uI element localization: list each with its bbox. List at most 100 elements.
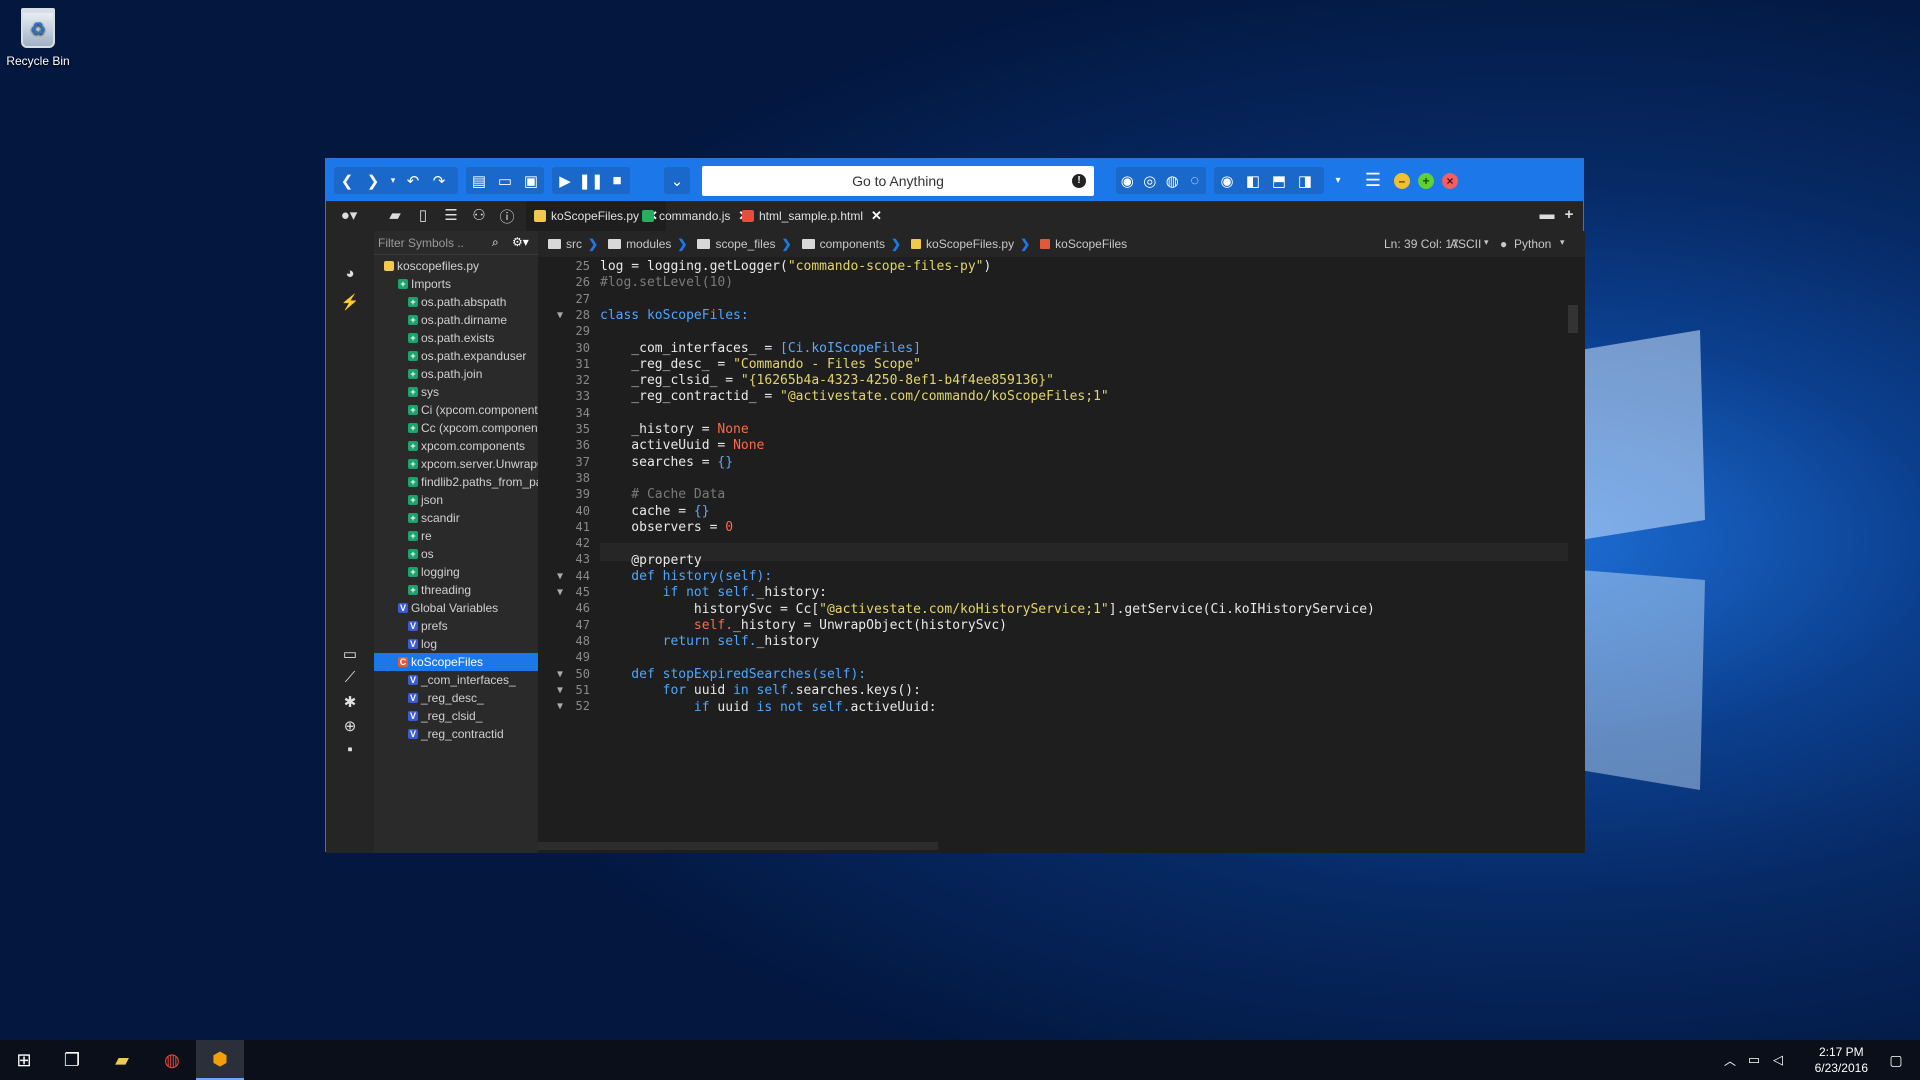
language-dropdown-icon[interactable]: ▾ xyxy=(1560,237,1565,248)
go-to-anything-input[interactable]: Go to Anything ! xyxy=(702,166,1094,196)
symbol-imports-group[interactable]: + Imports xyxy=(398,275,451,293)
open-folder-icon[interactable]: ▭ xyxy=(492,167,518,194)
recycle-bin[interactable]: Recycle Bin xyxy=(0,8,76,68)
start-windows-icon[interactable]: ⊞ xyxy=(0,1040,48,1080)
encoding-select[interactable]: ASCII xyxy=(1450,237,1481,251)
symbol-globals-group[interactable]: V Global Variables xyxy=(398,599,498,617)
menu-dropdown[interactable]: ⌄ xyxy=(664,167,690,194)
forward-icon[interactable]: ❯ xyxy=(360,167,386,194)
notification-icon[interactable]: ! xyxy=(1072,174,1086,188)
tray-chevron-icon[interactable]: ︿ xyxy=(1720,1040,1740,1080)
symbol-import-item[interactable]: + threading xyxy=(408,581,471,599)
fold-arrow-icon[interactable]: ▼ xyxy=(557,669,563,680)
horizontal-scrollbar[interactable] xyxy=(538,842,938,850)
puzzle-icon[interactable]: ✱ xyxy=(336,693,364,715)
notifications-icon[interactable]: ▢ xyxy=(1872,1040,1920,1080)
symbol-member-item[interactable]: V _reg_desc_ xyxy=(408,689,484,707)
gear-icon[interactable]: ⚙▾ xyxy=(512,235,529,249)
symbol-import-item[interactable]: + Cc (xpcom.components xyxy=(408,419,538,437)
globe-icon[interactable]: ◕ xyxy=(336,265,364,287)
symbol-import-item[interactable]: + os.path.abspath xyxy=(408,293,506,311)
disk-icon[interactable]: ▪ xyxy=(336,741,364,763)
save-macro-icon[interactable]: ◌ xyxy=(1184,167,1207,194)
editor-scrollbar[interactable] xyxy=(1568,305,1578,333)
symbol-import-item[interactable]: + Ci (xpcom.components. xyxy=(408,401,538,419)
fold-arrow-icon[interactable]: ▼ xyxy=(557,701,563,712)
hamburger-menu-icon[interactable]: ☰ xyxy=(1360,167,1386,194)
symbol-file[interactable]: koscopefiles.py xyxy=(384,257,479,275)
search-icon[interactable]: ⌕ xyxy=(492,235,499,250)
right-pane-icon[interactable]: ◨ xyxy=(1292,167,1318,194)
symbol-import-item[interactable]: + scandir xyxy=(408,509,460,527)
breadcrumb-item[interactable]: modules ❯ xyxy=(608,237,687,251)
breadcrumb-item[interactable]: src ❯ xyxy=(548,237,598,251)
stop-record-icon[interactable]: ◎ xyxy=(1139,167,1162,194)
symbol-import-item[interactable]: + re xyxy=(408,527,432,545)
fold-arrow-icon[interactable]: ▼ xyxy=(557,310,563,321)
symbol-import-item[interactable]: + os xyxy=(408,545,434,563)
task-view-icon[interactable]: ❐ xyxy=(48,1040,96,1080)
network-icon[interactable]: ▭ xyxy=(1744,1040,1764,1080)
breadcrumb-item[interactable]: scope_files ❯ xyxy=(697,237,792,251)
places-folder-icon[interactable]: ▰ xyxy=(382,206,408,226)
documents-icon[interactable]: ▯ xyxy=(410,206,436,226)
symbol-global-item[interactable]: Vlog xyxy=(408,635,437,653)
file-explorer-icon[interactable]: ▰ xyxy=(98,1040,146,1080)
symbol-class-selected[interactable]: CkoScopeFiles xyxy=(374,653,538,671)
close-button[interactable]: × xyxy=(1442,173,1458,189)
symbol-import-item[interactable]: + os.path.join xyxy=(408,365,482,383)
breadcrumb-item[interactable]: koScopeFiles xyxy=(1040,237,1127,251)
play-macro-icon[interactable]: ◍ xyxy=(1161,167,1184,194)
history-dropdown-icon[interactable]: ▾ xyxy=(386,167,400,194)
symbol-import-item[interactable]: + xpcom.components xyxy=(408,437,525,455)
save-icon[interactable]: ▣ xyxy=(518,167,544,194)
pause-icon[interactable]: ❚❚ xyxy=(578,167,604,194)
code-editor[interactable]: 25 26 27 28 ▼ 29 30 31 32 33 34 35 36 37 38 39 40 41 42 43 4… xyxy=(538,257,1585,853)
fold-arrow-icon[interactable]: ▼ xyxy=(557,587,563,598)
new-tab-icon[interactable]: + xyxy=(1556,206,1582,226)
volume-icon[interactable]: ◁ xyxy=(1768,1040,1788,1080)
close-icon[interactable]: ✕ xyxy=(871,208,882,224)
symbol-global-item[interactable]: Vprefs xyxy=(408,617,448,635)
play-icon[interactable]: ▶ xyxy=(552,167,578,194)
record-icon[interactable]: ◉ xyxy=(1116,167,1139,194)
symbol-member-item[interactable]: V _reg_contractid xyxy=(408,725,504,743)
fold-arrow-icon[interactable]: ▼ xyxy=(557,685,563,696)
fold-arrow-icon[interactable]: ▼ xyxy=(557,571,563,582)
symbol-import-item[interactable]: + os.path.dirname xyxy=(408,311,507,329)
clock[interactable]: 2:17 PM 6/23/2016 xyxy=(1815,1044,1868,1076)
lightning-icon[interactable]: ⚡ xyxy=(336,293,364,315)
bottom-pane-icon[interactable]: ⬒ xyxy=(1266,167,1292,194)
chrome-icon[interactable]: ◍ xyxy=(148,1040,196,1080)
symbol-import-item[interactable]: + json xyxy=(408,491,443,509)
toolbox-icon[interactable]: ●▾ xyxy=(334,206,364,226)
symbol-import-item[interactable]: + logging xyxy=(408,563,460,581)
chart-icon[interactable]: ⟋ xyxy=(336,669,364,691)
undo-icon[interactable]: ↶ xyxy=(400,167,426,194)
symbol-import-item[interactable]: + xpcom.server.UnwrapOl xyxy=(408,455,538,473)
left-pane-icon[interactable]: ◧ xyxy=(1240,167,1266,194)
layout-dropdown-icon[interactable]: ▾ xyxy=(1332,167,1344,194)
komodo-taskbar-icon[interactable]: ⬢ xyxy=(196,1040,244,1080)
terminal-icon[interactable]: ▭ xyxy=(336,645,364,667)
breadcrumb-item[interactable]: koScopeFiles.py ❯ xyxy=(911,237,1030,251)
symbol-import-item[interactable]: + findlib2.paths_from_pat xyxy=(408,473,538,491)
maximize-button[interactable]: + xyxy=(1418,173,1434,189)
back-icon[interactable]: ❮ xyxy=(334,167,360,194)
symbol-import-item[interactable]: + os.path.expanduser xyxy=(408,347,526,365)
new-file-icon[interactable]: ▤ xyxy=(466,167,492,194)
code-intel-icon[interactable]: ⓘ xyxy=(494,206,520,226)
database-icon[interactable]: ☰ xyxy=(438,206,464,226)
web-icon[interactable]: ⊕ xyxy=(336,717,364,739)
symbol-member-item[interactable]: V _com_interfaces_ xyxy=(408,671,516,689)
collaboration-icon[interactable]: ⚇ xyxy=(466,206,492,226)
encoding-dropdown-icon[interactable]: ▾ xyxy=(1484,237,1489,248)
breadcrumb-item[interactable]: components ❯ xyxy=(801,237,901,251)
symbol-import-item[interactable]: + os.path.exists xyxy=(408,329,494,347)
tab-html-sample[interactable]: html_sample.p.html ✕ xyxy=(734,201,890,231)
redo-icon[interactable]: ↷ xyxy=(426,167,452,194)
stop-icon[interactable]: ■ xyxy=(604,167,630,194)
symbol-member-item[interactable]: V _reg_clsid_ xyxy=(408,707,482,725)
language-select[interactable]: Python xyxy=(1514,237,1551,251)
symbol-import-item[interactable]: + sys xyxy=(408,383,439,401)
